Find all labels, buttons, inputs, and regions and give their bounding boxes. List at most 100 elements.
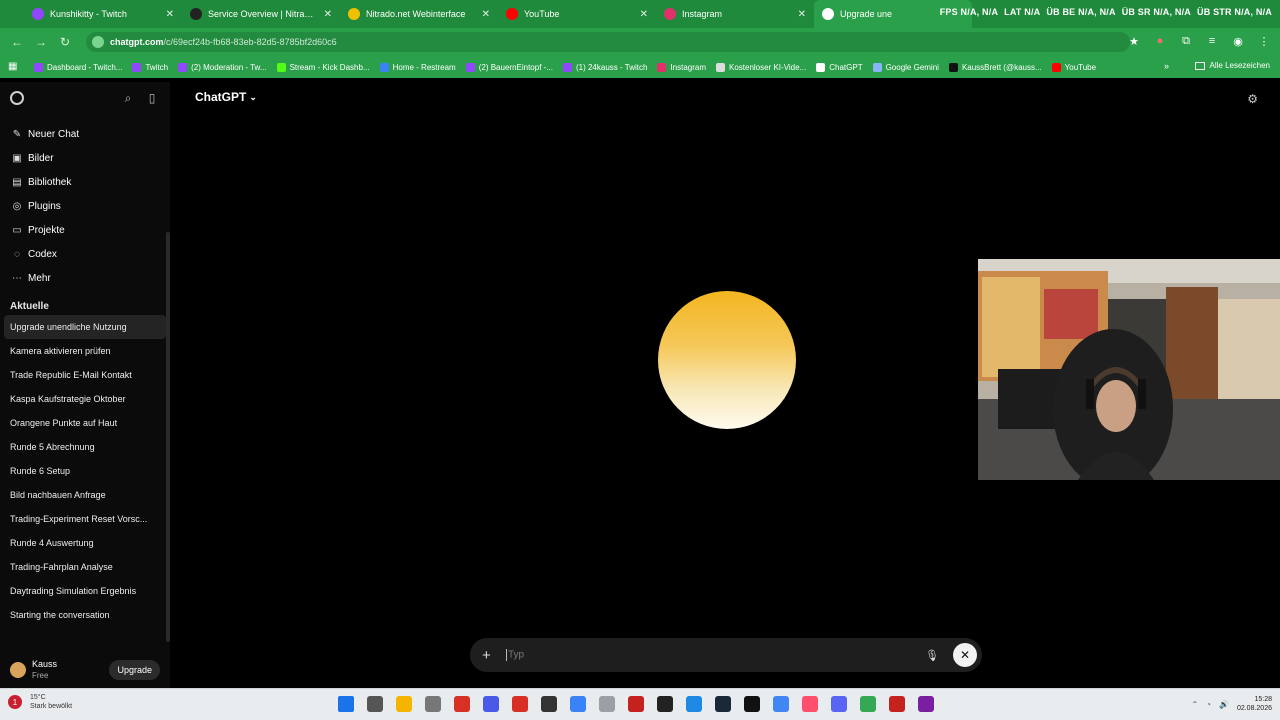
taskbar-app-icon[interactable] bbox=[483, 696, 499, 712]
tray-chevron-icon[interactable]: ⌃ bbox=[1191, 700, 1198, 709]
bookmark-item[interactable]: Twitch bbox=[132, 62, 168, 72]
sidebar-item-codex[interactable]: ◌ Codex bbox=[0, 242, 170, 266]
bookmark-item[interactable]: (2) BauernEintopf -... bbox=[465, 62, 553, 72]
openai-logo-icon[interactable] bbox=[10, 91, 24, 105]
tab-close-icon[interactable]: ✕ bbox=[482, 9, 490, 20]
chat-history-item[interactable]: Trading-Experiment Reset Vorsc... bbox=[0, 507, 170, 531]
tab-close-icon[interactable]: ✕ bbox=[166, 9, 174, 20]
taskbar-app-icon[interactable] bbox=[773, 696, 789, 712]
taskbar-app-icon[interactable] bbox=[512, 696, 528, 712]
clock[interactable]: 15:28 02.08.2026 bbox=[1237, 695, 1272, 713]
extensions-puzzle-icon[interactable]: ⧉ bbox=[1178, 33, 1194, 49]
chat-history-item[interactable]: Runde 5 Abrechnung bbox=[0, 435, 170, 459]
upgrade-button[interactable]: Upgrade bbox=[109, 660, 160, 680]
taskbar-app-icon[interactable] bbox=[889, 696, 905, 712]
taskbar-app-icon[interactable] bbox=[628, 696, 644, 712]
all-bookmarks-button[interactable]: Alle Lesezeichen bbox=[1194, 61, 1270, 70]
chat-history-item[interactable]: Kamera aktivieren prüfen bbox=[0, 339, 170, 363]
sidebar-item-projekte[interactable]: ▭ Projekte bbox=[0, 218, 170, 242]
chat-history-item[interactable]: Starting the conversation bbox=[0, 603, 170, 627]
weather-widget[interactable]: 1 15°C Stark bewölkt bbox=[8, 693, 72, 711]
profile-avatar-icon[interactable]: ◉ bbox=[1230, 33, 1246, 49]
reload-icon[interactable]: ↻ bbox=[56, 33, 74, 51]
taskbar-app-icon[interactable] bbox=[541, 696, 557, 712]
browser-tab[interactable]: YouTube ✕ bbox=[498, 0, 656, 28]
back-icon[interactable]: ← bbox=[8, 33, 26, 51]
bookmark-star-icon[interactable]: ★ bbox=[1126, 33, 1142, 49]
user-profile[interactable]: Kauss Free Upgrade bbox=[0, 652, 170, 688]
bookmark-item[interactable]: YouTube bbox=[1051, 62, 1096, 72]
chat-history-item[interactable]: Trading-Fahrplan Analyse bbox=[0, 555, 170, 579]
taskbar-app-icon[interactable] bbox=[860, 696, 876, 712]
bookmark-item[interactable]: (1) 24kauss - Twitch bbox=[562, 62, 647, 72]
end-voice-button[interactable]: ✕ bbox=[953, 643, 977, 667]
sidebar-toggle-icon[interactable]: ▯ bbox=[144, 90, 160, 106]
sidebar-item-label: Neuer Chat bbox=[28, 128, 80, 140]
sidebar-item-plugins[interactable]: ◎ Plugins bbox=[0, 194, 170, 218]
sidebar-item-mehr[interactable]: ⋯ Mehr bbox=[0, 266, 170, 290]
bookmark-favicon-icon bbox=[948, 62, 958, 72]
taskbar-app-icon[interactable] bbox=[744, 696, 760, 712]
taskbar-app-icon[interactable] bbox=[454, 696, 470, 712]
extension-icon[interactable]: ● bbox=[1152, 33, 1168, 49]
chat-history-item[interactable]: Kaspa Kaufstrategie Oktober bbox=[0, 387, 170, 411]
taskbar-app-icon[interactable] bbox=[802, 696, 818, 712]
forward-icon[interactable]: → bbox=[32, 33, 50, 51]
taskbar-app-icon[interactable] bbox=[425, 696, 441, 712]
taskbar-app-icon[interactable] bbox=[396, 696, 412, 712]
user-plan: Free bbox=[32, 671, 49, 680]
tab-title: Kunshikitty - Twitch bbox=[50, 9, 127, 19]
bookmark-item[interactable]: Stream - Kick Dashb... bbox=[276, 62, 370, 72]
bookmarks-overflow-icon[interactable]: » bbox=[1164, 61, 1169, 71]
bookmark-item[interactable]: Instagram bbox=[657, 62, 706, 72]
bookmark-item[interactable]: ChatGPT bbox=[816, 62, 863, 72]
taskbar-app-icon[interactable] bbox=[657, 696, 673, 712]
sidebar-item-bilder[interactable]: ▣ Bilder bbox=[0, 146, 170, 170]
bookmark-item[interactable]: Home - Restream bbox=[379, 62, 456, 72]
plus-icon[interactable]: + bbox=[482, 647, 496, 664]
chat-history-item[interactable]: Daytrading Simulation Ergebnis bbox=[0, 579, 170, 603]
tab-close-icon[interactable]: ✕ bbox=[324, 9, 332, 20]
tab-close-icon[interactable]: ✕ bbox=[798, 9, 806, 20]
site-info-icon[interactable] bbox=[92, 36, 104, 48]
taskbar-app-icon[interactable] bbox=[570, 696, 586, 712]
browser-tab[interactable]: Instagram ✕ bbox=[656, 0, 814, 28]
taskbar-app-icon[interactable] bbox=[918, 696, 934, 712]
chat-history-item[interactable]: Trade Republic E-Mail Kontakt bbox=[0, 363, 170, 387]
chat-history-item[interactable]: Runde 6 Setup bbox=[0, 459, 170, 483]
volume-icon[interactable]: 🔊 bbox=[1219, 700, 1229, 709]
chat-history-item[interactable]: Bild nachbauen Anfrage bbox=[0, 483, 170, 507]
bookmark-item[interactable]: (2) Moderation - Tw... bbox=[178, 62, 267, 72]
taskbar-app-icon[interactable] bbox=[367, 696, 383, 712]
address-bar[interactable]: chatgpt.com/c/69ecf24b-fb68-83eb-82d5-87… bbox=[86, 32, 1130, 52]
chat-history-item[interactable]: Runde 4 Auswertung bbox=[0, 531, 170, 555]
browser-menu-icon[interactable]: ⋮ bbox=[1256, 33, 1272, 49]
sidebar-item-neuer-chat[interactable]: ✎ Neuer Chat bbox=[0, 122, 170, 146]
taskbar-app-icon[interactable] bbox=[831, 696, 847, 712]
sidebar-item-label: Bibliothek bbox=[28, 176, 72, 188]
browser-tab[interactable]: Kunshikitty - Twitch ✕ bbox=[24, 0, 182, 28]
message-input[interactable]: Typ bbox=[506, 649, 925, 661]
taskbar-app-icon[interactable] bbox=[686, 696, 702, 712]
browser-tab[interactable]: Nitrado.net Webinterface ✕ bbox=[340, 0, 498, 28]
browser-tab[interactable]: Service Overview | Nitrado | Ni ✕ bbox=[182, 0, 340, 28]
bookmark-item[interactable]: Dashboard - Twitch... bbox=[34, 62, 122, 72]
windows-start-icon[interactable] bbox=[338, 696, 354, 712]
model-selector[interactable]: ChatGPT ⌄ bbox=[195, 90, 257, 104]
media-icon[interactable]: ≡ bbox=[1204, 33, 1220, 49]
chat-history-item[interactable]: Orangene Punkte auf Haut bbox=[0, 411, 170, 435]
tab-title: Nitrado.net Webinterface bbox=[366, 9, 466, 19]
sidebar-item-bibliothek[interactable]: ▤ Bibliothek bbox=[0, 170, 170, 194]
chat-history-item[interactable]: Upgrade unendliche Nutzung bbox=[4, 315, 166, 339]
bookmark-item[interactable]: KaussBrett (@kauss... bbox=[948, 62, 1042, 72]
search-icon[interactable]: ⌕ bbox=[120, 90, 136, 106]
network-icon[interactable]: ◔ bbox=[1206, 700, 1211, 709]
taskbar-app-icon[interactable] bbox=[599, 696, 615, 712]
tab-close-icon[interactable]: ✕ bbox=[640, 9, 648, 20]
bookmark-item[interactable]: Google Gemini bbox=[872, 62, 939, 72]
bookmark-item[interactable]: Kostenloser KI-Vide... bbox=[716, 62, 806, 72]
voice-settings-icon[interactable]: ⚙ bbox=[1247, 92, 1258, 106]
taskbar-app-icon[interactable] bbox=[715, 696, 731, 712]
microphone-icon[interactable]: 🎙 bbox=[925, 648, 939, 662]
apps-grid-icon[interactable]: ▦ bbox=[8, 61, 20, 73]
